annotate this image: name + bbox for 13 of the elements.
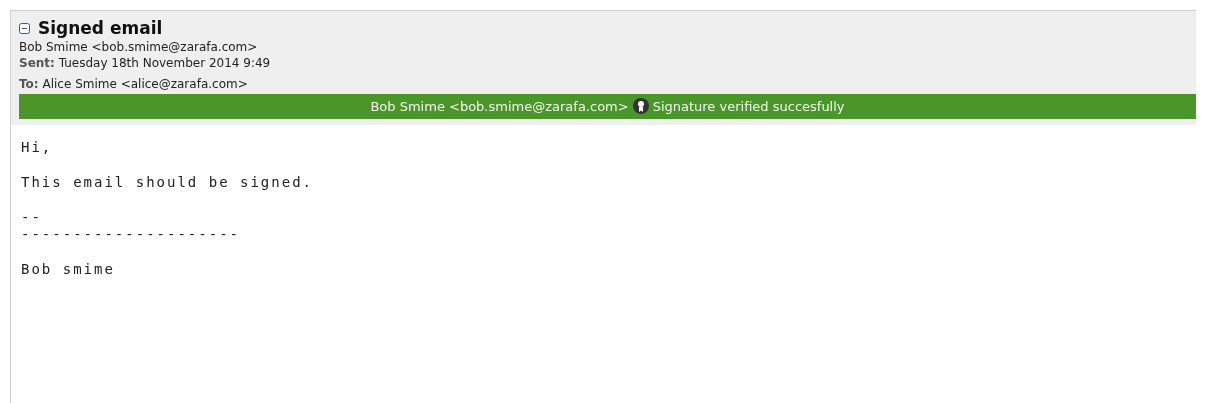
- sent-date: Sent: Tuesday 18th November 2014 9:49: [19, 55, 272, 71]
- signer-address: Bob Smime <bob.smime@zarafa.com>: [370, 99, 629, 114]
- signature-status: Signature verified succesfully: [652, 99, 845, 114]
- certificate-icon: [632, 97, 649, 116]
- sender-address: Bob Smime <bob.smime@zarafa.com>: [19, 39, 259, 55]
- body-text: Bob smime: [21, 261, 116, 278]
- email-subject: Signed email: [38, 18, 163, 38]
- body-text: ---------------------: [21, 226, 241, 243]
- body-text: This email should be signed.: [21, 174, 314, 191]
- recipient-line: To: Alice Smime <alice@zarafa.com>: [19, 76, 249, 92]
- body-text: --: [21, 209, 43, 226]
- body-text: Hi,: [21, 139, 54, 156]
- collapse-icon[interactable]: [19, 22, 30, 34]
